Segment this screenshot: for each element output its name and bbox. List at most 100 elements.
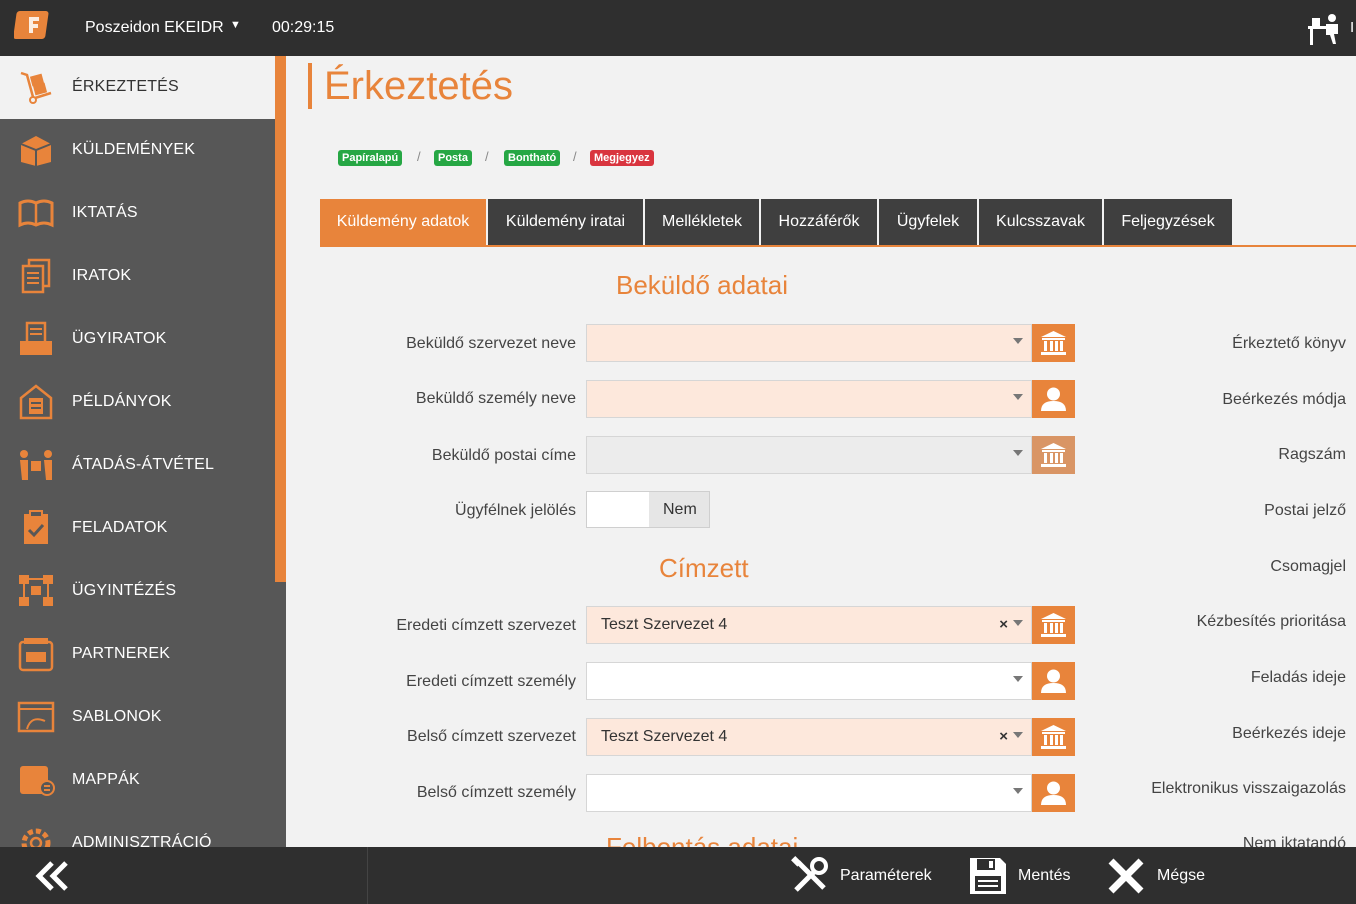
institution-icon — [1041, 613, 1066, 637]
sender-person-label: Beküldő személy neve — [415, 390, 576, 407]
floppy-disk-icon — [970, 858, 1006, 894]
chevron-down-icon[interactable] — [1013, 394, 1023, 400]
internal-recipient-person-select[interactable] — [586, 774, 1032, 812]
sender-org-label: Beküldő szervezet neve — [406, 335, 576, 352]
sidebar-item-erkeztetes[interactable]: ÉRKEZTETÉS — [0, 56, 275, 119]
person-icon — [1041, 387, 1066, 411]
sender-section-title: Beküldő adatai — [616, 270, 789, 300]
partners-icon — [18, 638, 54, 672]
sender-person-select[interactable] — [586, 380, 1032, 418]
sidebar-item-sablonok[interactable]: SABLONOK — [0, 686, 275, 749]
folder-icon — [20, 766, 55, 796]
app-logo-icon[interactable] — [14, 10, 52, 40]
right-label-registration-book: Érkeztető könyv — [1232, 335, 1346, 352]
tools-icon — [791, 856, 828, 892]
orig-recipient-org-label: Eredeti címzett szervezet — [396, 617, 576, 634]
internal-recipient-org-label: Belső címzett szervezet — [407, 728, 576, 745]
sidebar-item-mappak[interactable]: MAPPÁK — [0, 749, 275, 812]
chevron-down-icon[interactable] — [1013, 788, 1023, 794]
recipient-section-title: Címzett — [659, 553, 749, 583]
orig-recipient-person-label: Eredeti címzett személy — [406, 673, 576, 690]
sidebar-item-label: ÜGYINTÉZÉS — [72, 582, 177, 599]
hand-truck-icon — [20, 71, 52, 104]
user-at-desk-icon[interactable] — [1306, 12, 1346, 48]
orig-recipient-org-select[interactable]: Teszt Szervezet 4 × — [586, 606, 1032, 644]
sidebar-item-label: IKTATÁS — [72, 204, 138, 221]
right-label-not-to-register: Nem iktatandó — [1242, 835, 1346, 847]
app-switcher-caret-icon[interactable]: ▼ — [230, 19, 241, 31]
workflow-icon — [19, 575, 53, 606]
sender-address-label: Beküldő postai címe — [431, 447, 576, 464]
package-icon — [20, 136, 52, 166]
sender-address-select[interactable] — [586, 436, 1032, 474]
book-icon — [18, 199, 54, 228]
right-label-package-mark: Csomagjel — [1270, 558, 1346, 575]
sidebar-item-atadas-atvetel[interactable]: ÁTADÁS-ÁTVÉTEL — [0, 434, 275, 497]
sidebar-item-label: IRATOK — [72, 267, 132, 284]
form-area: Beküldő adatai Beküldő szervezet neve Be… — [286, 56, 1356, 847]
sidebar-item-iktatas[interactable]: IKTATÁS — [0, 182, 275, 245]
right-label-delivery-priority: Kézbesítés prioritása — [1196, 613, 1346, 630]
clear-icon[interactable]: × — [999, 616, 1008, 633]
cancel-button[interactable]: Mégse — [1106, 856, 1216, 896]
clear-icon[interactable]: × — [999, 728, 1008, 745]
internal-recipient-person-label: Belső címzett személy — [416, 784, 576, 801]
file-tray-icon — [20, 321, 52, 355]
internal-recipient-org-select[interactable]: Teszt Szervezet 4 × — [586, 718, 1032, 756]
bottom-bar-left — [14, 847, 368, 904]
sidebar-item-ugyintezes[interactable]: ÜGYINTÉZÉS — [0, 560, 275, 623]
sender-org-lookup-button[interactable] — [1032, 324, 1075, 362]
user-name-truncated[interactable]: I — [1350, 19, 1354, 36]
chevron-down-icon[interactable] — [1013, 620, 1023, 626]
sidebar-item-label: ÁTADÁS-ÁTVÉTEL — [72, 456, 215, 473]
handover-icon — [20, 450, 52, 480]
sidebar-item-adminisztracio[interactable]: ADMINISZTRÁCIÓ — [0, 812, 275, 847]
app-title[interactable]: Poszeidon EKEIDR — [85, 19, 224, 37]
sender-person-lookup-button[interactable] — [1032, 380, 1075, 418]
sidebar-scrollbar[interactable] — [275, 56, 286, 582]
internal-recipient-person-lookup-button[interactable] — [1032, 774, 1075, 812]
sender-org-select[interactable] — [586, 324, 1032, 362]
bottom-action-bar: Paraméterek Mentés Mégse — [0, 847, 1356, 904]
sidebar-item-label: PÉLDÁNYOK — [72, 393, 172, 410]
save-label: Mentés — [1018, 867, 1071, 884]
internal-recipient-org-lookup-button[interactable] — [1032, 718, 1075, 756]
sender-address-lookup-button[interactable] — [1032, 436, 1075, 474]
sidebar-item-label: ÜGYIRATOK — [72, 330, 167, 347]
sidebar-item-label: MAPPÁK — [72, 771, 140, 788]
chevron-down-icon[interactable] — [1013, 338, 1023, 344]
documents-icon — [21, 258, 51, 294]
chevron-down-icon[interactable] — [1013, 732, 1023, 738]
client-flag-label: Ügyfélnek jelölés — [455, 502, 576, 519]
sidebar-item-kuldemenyek[interactable]: KÜLDEMÉNYEK — [0, 119, 275, 182]
sidebar-item-label: ADMINISZTRÁCIÓ — [72, 834, 212, 847]
sidebar-item-ugyiratok[interactable]: ÜGYIRATOK — [0, 308, 275, 371]
sidebar-item-peldanyok[interactable]: PÉLDÁNYOK — [0, 371, 275, 434]
parameters-button[interactable]: Paraméterek — [790, 856, 940, 896]
sidebar-item-label: ÉRKEZTETÉS — [72, 78, 179, 95]
close-icon — [1108, 858, 1144, 894]
sidebar-item-iratok[interactable]: IRATOK — [0, 245, 275, 308]
collapse-sidebar-icon[interactable] — [34, 857, 72, 895]
sidebar-item-label: FELADATOK — [72, 519, 168, 536]
parameters-label: Paraméterek — [840, 867, 932, 884]
sidebar-item-label: PARTNEREK — [72, 645, 171, 662]
chevron-down-icon[interactable] — [1013, 676, 1023, 682]
opening-section-title: Felbontás adatai — [606, 832, 799, 847]
sidebar-item-feladatok[interactable]: FELADATOK — [0, 497, 275, 560]
orig-recipient-person-select[interactable] — [586, 662, 1032, 700]
copy-house-icon — [19, 384, 53, 420]
right-label-arrival-mode: Beérkezés módja — [1222, 391, 1346, 408]
orig-recipient-person-lookup-button[interactable] — [1032, 662, 1075, 700]
client-flag-toggle[interactable]: Nem — [586, 491, 710, 528]
sidebar-item-label: SABLONOK — [72, 708, 162, 725]
chevron-down-icon[interactable] — [1013, 450, 1023, 456]
cancel-label: Mégse — [1157, 867, 1206, 884]
orig-recipient-org-lookup-button[interactable] — [1032, 606, 1075, 644]
person-icon — [1041, 781, 1066, 805]
institution-icon — [1041, 331, 1066, 355]
sidebar-item-partnerek[interactable]: PARTNEREK — [0, 623, 275, 686]
save-button[interactable]: Mentés — [968, 856, 1078, 896]
right-label-tracking-number: Ragszám — [1278, 446, 1346, 463]
gear-icon — [21, 828, 51, 847]
